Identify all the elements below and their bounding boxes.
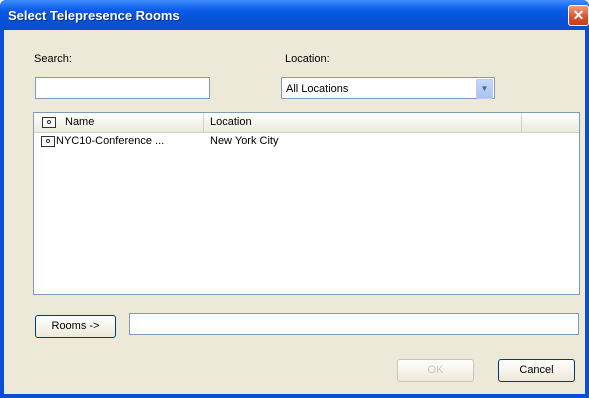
- dialog-title: Select Telepresence Rooms: [8, 8, 180, 23]
- close-icon: ✕: [572, 7, 585, 23]
- column-header-name[interactable]: Name: [34, 113, 204, 132]
- dialog-body: Search: Location: All Locations ▼ Name L…: [4, 30, 585, 394]
- telepresence-room-icon: [42, 117, 56, 128]
- chevron-down-icon[interactable]: ▼: [476, 79, 493, 99]
- close-button[interactable]: ✕: [568, 5, 589, 26]
- table-row[interactable]: NYC10-Conference ... New York City: [34, 133, 579, 149]
- telepresence-room-icon: [41, 136, 55, 147]
- title-bar[interactable]: Select Telepresence Rooms ✕: [0, 0, 589, 30]
- search-label: Search:: [34, 53, 72, 65]
- room-location-cell: New York City: [210, 135, 279, 147]
- rooms-button[interactable]: Rooms ->: [35, 315, 116, 338]
- column-header-location[interactable]: Location: [204, 113, 522, 132]
- room-name-cell: NYC10-Conference ...: [56, 135, 165, 147]
- rooms-list[interactable]: Name Location NYC10-Conference ... New Y…: [33, 112, 580, 295]
- cancel-button[interactable]: Cancel: [498, 359, 575, 382]
- search-input[interactable]: [35, 77, 210, 99]
- ok-button[interactable]: OK: [397, 359, 474, 382]
- rooms-selected-field[interactable]: [129, 313, 579, 335]
- dialog-window: Select Telepresence Rooms ✕ Search: Loca…: [0, 0, 589, 398]
- list-header: Name Location: [34, 113, 579, 133]
- location-selected-value: All Locations: [286, 83, 349, 95]
- location-label: Location:: [285, 53, 330, 65]
- location-dropdown[interactable]: All Locations ▼: [281, 77, 495, 99]
